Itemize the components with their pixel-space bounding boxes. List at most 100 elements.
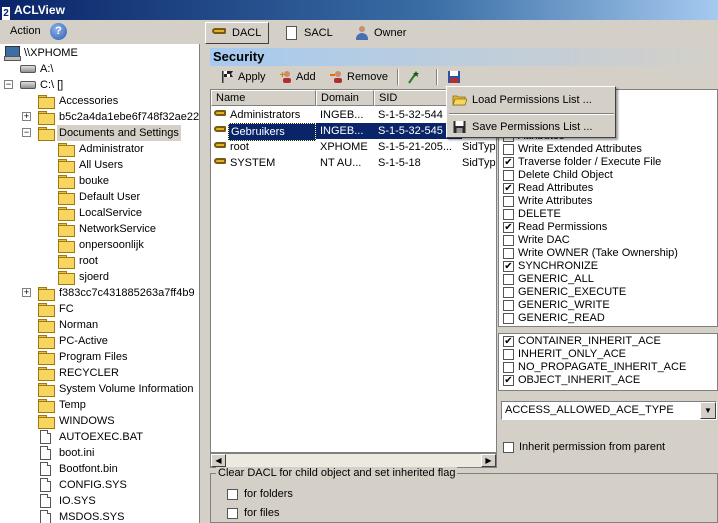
tree-item[interactable]: MSDOS.SYS xyxy=(40,509,198,523)
scroll-left-icon[interactable]: ◀ xyxy=(211,454,226,467)
tree-item[interactable]: Administrator xyxy=(58,141,198,157)
expand-icon[interactable]: + xyxy=(22,288,31,297)
tree-item[interactable]: LocalService xyxy=(58,205,198,221)
checkbox[interactable] xyxy=(503,235,514,246)
checked-checkbox[interactable]: ✔ xyxy=(503,336,514,347)
tab-sacl[interactable]: SACL xyxy=(277,22,341,44)
checkbox[interactable] xyxy=(503,349,514,360)
file-icon xyxy=(40,446,51,460)
flag-icon xyxy=(222,71,233,83)
checkbox[interactable] xyxy=(503,248,514,259)
ace-flags-list[interactable]: ✔ CONTAINER_INHERIT_ACE INHERIT_ONLY_ACE NO… xyxy=(498,333,718,391)
tree-item[interactable]: FC xyxy=(38,301,198,317)
folder-icon xyxy=(38,303,55,317)
checkbox[interactable] xyxy=(503,196,514,207)
column-header-domain[interactable]: Domain xyxy=(316,90,374,106)
tree-item[interactable]: Accessories xyxy=(38,93,198,109)
tree-item[interactable]: boot.ini xyxy=(40,445,198,461)
folder-icon xyxy=(58,271,75,285)
checkbox[interactable] xyxy=(503,313,514,324)
save-permissions-menu-item[interactable]: Save Permissions List ... xyxy=(449,116,614,138)
tree-item-documents-and-settings[interactable]: − Documents and Settings xyxy=(22,125,199,141)
tree-item[interactable]: CONFIG.SYS xyxy=(40,477,198,493)
checkbox[interactable] xyxy=(503,287,514,298)
clear-dacl-group: Clear DACL for child object and set inhe… xyxy=(210,467,718,523)
folder-icon xyxy=(58,159,75,173)
title-bar: 2 ACLView xyxy=(0,0,718,21)
tree-item[interactable]: Temp xyxy=(38,397,198,413)
scroll-right-icon[interactable]: ▶ xyxy=(481,454,496,467)
apply-button[interactable]: Apply xyxy=(220,68,266,86)
checked-checkbox[interactable]: ✔ xyxy=(503,375,514,386)
tab-dacl[interactable]: DACL xyxy=(205,22,269,44)
ace-list[interactable]: Name Domain SID Administrators INGEB... … xyxy=(210,89,497,453)
menu-separator xyxy=(449,113,614,115)
tree-item[interactable]: + b5c2a4da1ebe6f748f32ae229 xyxy=(22,109,199,125)
tree-item[interactable]: Norman xyxy=(38,317,198,333)
folder-tree[interactable]: \\XPHOME A:\ − C:\ [] Accessories + b5c2… xyxy=(0,44,200,523)
checkbox[interactable] xyxy=(227,508,238,519)
expand-icon[interactable]: + xyxy=(22,112,31,121)
collapse-icon[interactable]: − xyxy=(4,80,13,89)
tree-item[interactable]: Bootfont.bin xyxy=(40,461,198,477)
tree-item[interactable]: Default User xyxy=(58,189,198,205)
key-icon xyxy=(214,110,226,116)
computer-icon xyxy=(4,46,21,61)
folder-icon xyxy=(38,335,55,349)
folder-icon xyxy=(58,239,75,253)
checkbox[interactable] xyxy=(503,274,514,285)
tree-item[interactable]: RECYCLER xyxy=(38,365,198,381)
tree-item[interactable]: root xyxy=(58,253,198,269)
collapse-icon[interactable]: − xyxy=(22,128,31,137)
tree-item[interactable]: + f383cc7c431885263a7ff4b9 xyxy=(22,285,199,301)
tree-item[interactable]: WINDOWS xyxy=(38,413,198,429)
tree-item-drive-c[interactable]: − C:\ [] xyxy=(4,77,194,93)
tree-item-root[interactable]: \\XPHOME xyxy=(4,45,194,61)
checkbox[interactable] xyxy=(503,442,514,453)
app-icon: 2 xyxy=(2,7,10,21)
app-title: ACLView xyxy=(14,3,65,17)
tree-item[interactable]: sjoerd xyxy=(58,269,198,285)
tab-bar: DACL SACL Owner xyxy=(201,20,718,44)
tree-item[interactable]: bouke xyxy=(58,173,198,189)
folder-icon xyxy=(58,191,75,205)
checkbox[interactable] xyxy=(503,209,514,220)
drive-icon xyxy=(20,81,36,89)
tree-item[interactable]: System Volume Information xyxy=(38,381,198,397)
table-row[interactable]: root XPHOME S-1-5-21-205... SidTyp xyxy=(211,139,496,155)
checked-checkbox[interactable]: ✔ xyxy=(503,261,514,272)
ace-type-select[interactable]: ACCESS_ALLOWED_ACE_TYPE ▼ xyxy=(501,401,717,420)
add-button[interactable]: + Add xyxy=(278,68,316,86)
open-folder-icon xyxy=(452,95,467,106)
help-icon[interactable]: ? xyxy=(50,23,67,40)
checked-checkbox[interactable]: ✔ xyxy=(503,222,514,233)
permissions-list-button[interactable] xyxy=(446,68,466,86)
tree-item[interactable]: PC-Active xyxy=(38,333,198,349)
checked-checkbox[interactable]: ✔ xyxy=(503,157,514,168)
load-permissions-menu-item[interactable]: Load Permissions List ... xyxy=(449,89,614,111)
folder-icon xyxy=(58,143,75,157)
wizard-button[interactable] xyxy=(406,68,426,86)
checkbox[interactable] xyxy=(503,300,514,311)
tree-item[interactable]: IO.SYS xyxy=(40,493,198,509)
checkbox[interactable] xyxy=(227,489,238,500)
folder-icon xyxy=(38,319,55,333)
checkbox[interactable] xyxy=(503,144,514,155)
horizontal-scrollbar[interactable]: ◀ ▶ xyxy=(210,453,497,468)
tree-item[interactable]: All Users xyxy=(58,157,198,173)
tree-item[interactable]: NetworkService xyxy=(58,221,198,237)
tree-item[interactable]: Program Files xyxy=(38,349,198,365)
checkbox[interactable] xyxy=(503,362,514,373)
chevron-down-icon[interactable]: ▼ xyxy=(700,402,716,419)
checkbox[interactable] xyxy=(503,170,514,181)
column-header-name[interactable]: Name xyxy=(211,90,316,106)
table-row[interactable]: SYSTEM NT AU... S-1-5-18 SidTyp xyxy=(211,155,496,171)
tree-item-drive-a[interactable]: A:\ xyxy=(20,61,190,77)
action-menu[interactable]: Action xyxy=(10,25,41,37)
tree-item[interactable]: onpersoonlijk xyxy=(58,237,198,253)
checked-checkbox[interactable]: ✔ xyxy=(503,183,514,194)
folder-icon xyxy=(38,415,55,429)
tab-owner[interactable]: Owner xyxy=(347,22,417,44)
tree-item[interactable]: AUTOEXEC.BAT xyxy=(40,429,198,445)
remove-button[interactable]: Remove xyxy=(329,68,388,86)
